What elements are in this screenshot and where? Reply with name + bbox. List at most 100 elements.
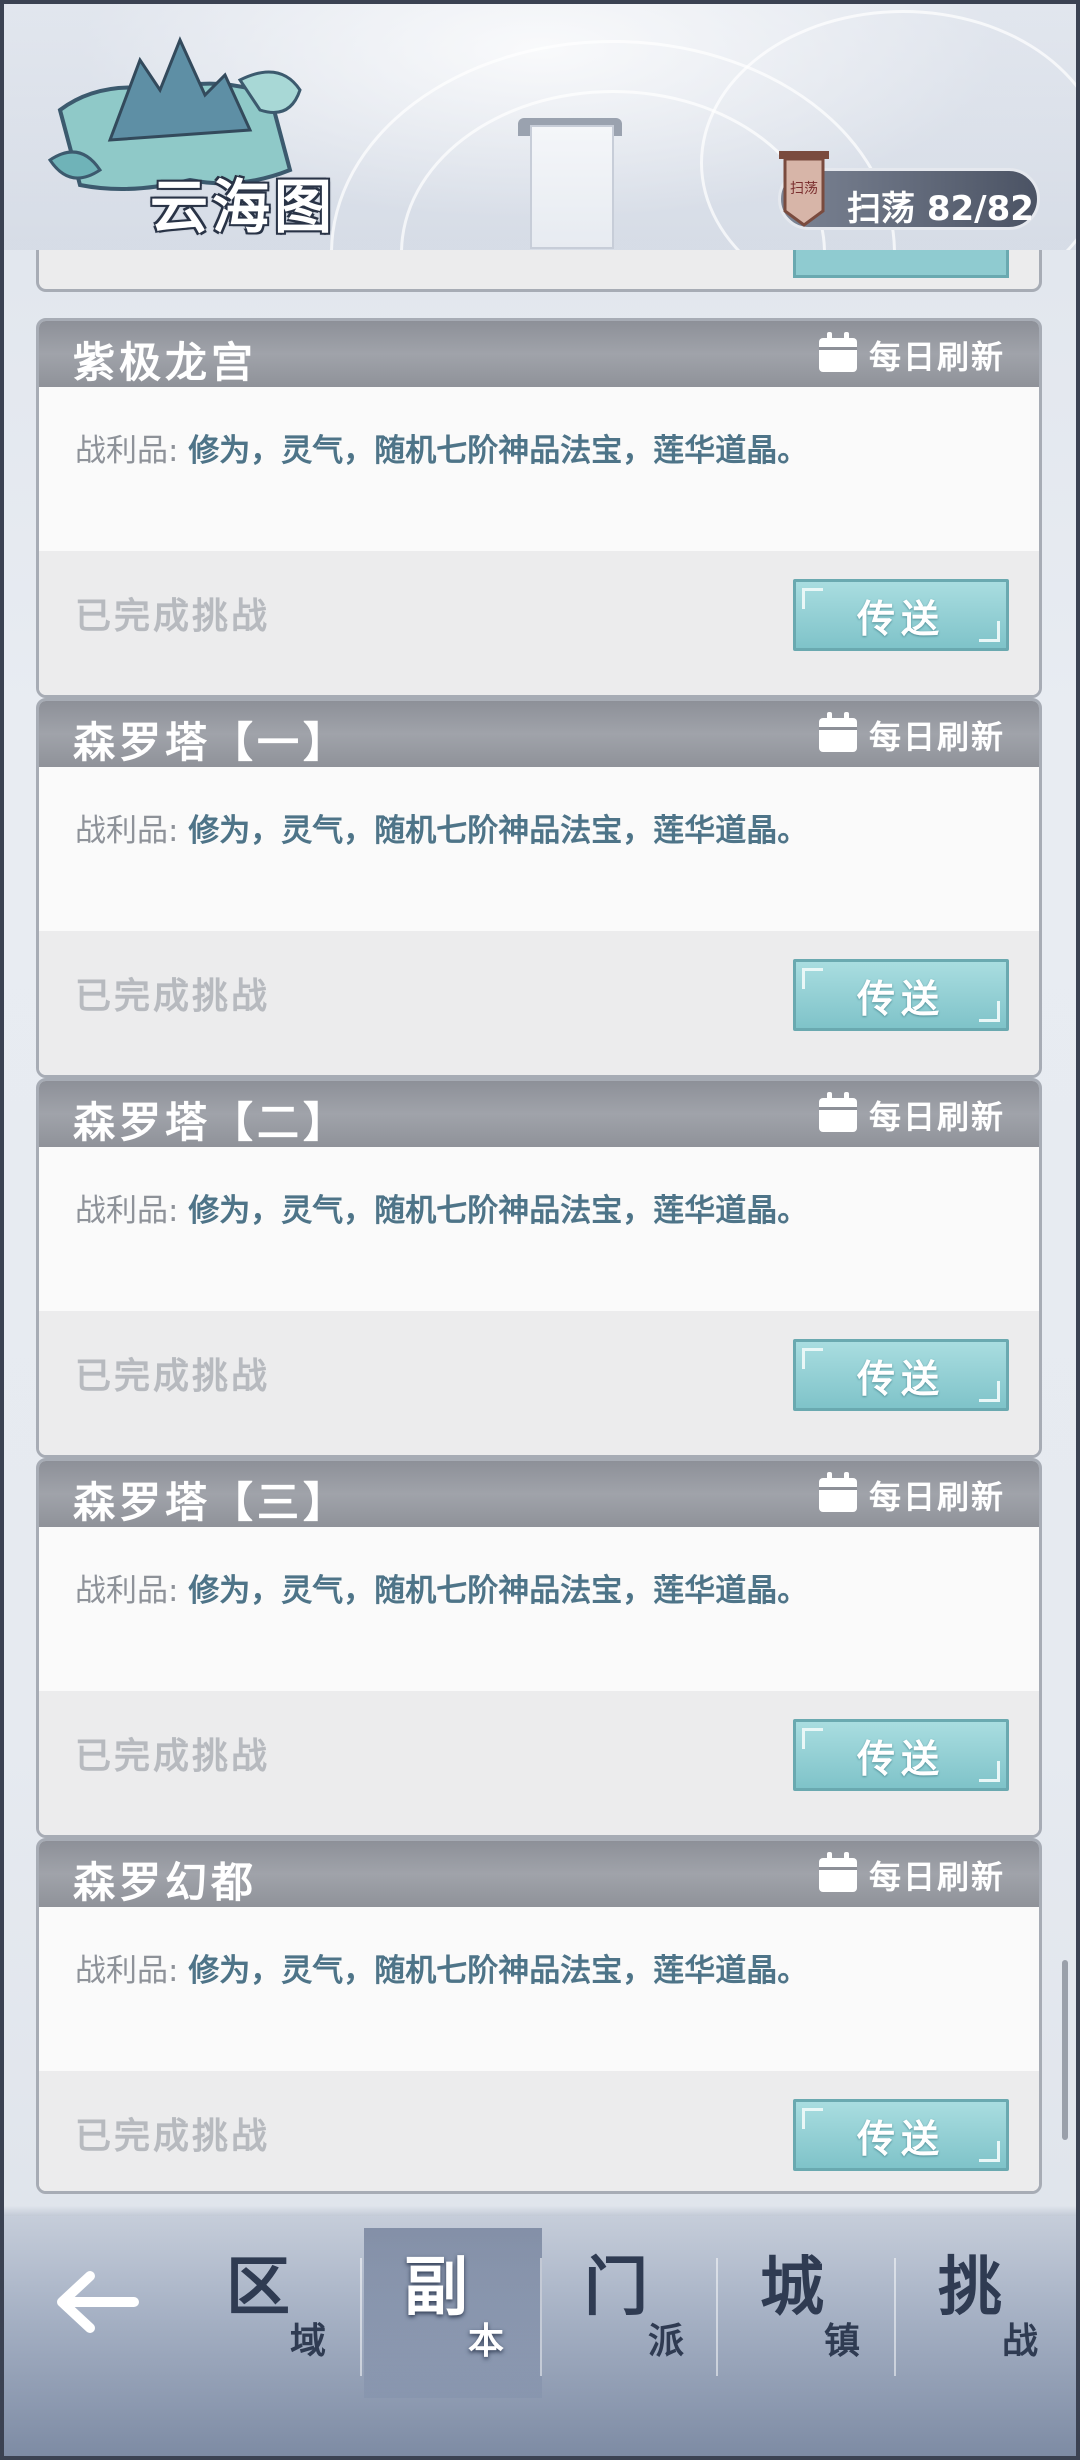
reward-value: 修为，灵气，随机七阶神品法宝，莲华道晶。	[188, 1193, 809, 1229]
card-body: 战利品: 修为，灵气，随机七阶神品法宝，莲华道晶。	[39, 387, 1039, 551]
tab-region[interactable]: 区 域	[186, 2228, 364, 2398]
dungeon-name: 森罗塔【一】	[73, 718, 350, 767]
card-header: 紫极龙宫 每日刷新	[39, 321, 1039, 387]
nav-divider	[716, 2258, 718, 2376]
reward-label: 战利品:	[75, 1573, 179, 1609]
reward-line: 战利品: 修为，灵气，随机七阶神品法宝，莲华道晶。	[75, 1945, 808, 1990]
teleport-button[interactable]: 传送	[793, 959, 1009, 1031]
challenge-status: 已完成挑战	[75, 1356, 271, 1397]
card-footer: 已完成挑战 传送	[39, 931, 1039, 1075]
refresh-label: 每日刷新	[868, 1098, 1005, 1136]
tab-challenge-big: 挑	[938, 2250, 1002, 2325]
teleport-button[interactable]: 传送	[793, 1719, 1009, 1791]
header: 云海图 扫荡 扫荡 82/82	[0, 0, 1080, 250]
reward-label: 战利品:	[75, 433, 179, 469]
dungeon-card: 森罗塔【二】 每日刷新 战利品: 修为，灵气，随机七阶神品法宝，莲华道晶。 已完…	[36, 1078, 1042, 1458]
reward-line: 战利品: 修为，灵气，随机七阶神品法宝，莲华道晶。	[75, 425, 808, 470]
calendar-icon	[818, 1092, 857, 1132]
calendar-icon	[818, 332, 857, 372]
card-body: 战利品: 修为，灵气，随机七阶神品法宝，莲华道晶。	[39, 1147, 1039, 1311]
tab-sect-big: 门	[584, 2250, 648, 2325]
reward-value: 修为，灵气，随机七阶神品法宝，莲华道晶。	[188, 433, 809, 469]
teleport-button[interactable]: 传送	[793, 2099, 1009, 2171]
challenge-status: 已完成挑战	[75, 976, 271, 1017]
card-header: 森罗塔【三】 每日刷新	[39, 1461, 1039, 1527]
teleport-label: 传送	[856, 1356, 945, 1401]
reward-line: 战利品: 修为，灵气，随机七阶神品法宝，莲华道晶。	[75, 1185, 808, 1230]
tab-dungeon-small: 本	[468, 2320, 505, 2362]
tab-challenge[interactable]: 挑 战	[898, 2228, 1076, 2398]
bottom-nav: 区 域 副 本 门 派 城 镇 挑 战	[0, 2206, 1080, 2460]
teleport-label: 传送	[856, 596, 945, 641]
daily-refresh: 每日刷新	[818, 712, 1005, 756]
reward-value: 修为，灵气，随机七阶神品法宝，莲华道晶。	[188, 813, 809, 849]
card-footer: 已完成挑战 传送	[39, 551, 1039, 695]
page-title: 云海图	[150, 173, 337, 241]
tab-town-big: 城	[760, 2250, 824, 2325]
teleport-button-partial[interactable]	[793, 250, 1009, 278]
dungeon-card: 紫极龙宫 每日刷新 战利品: 修为，灵气，随机七阶神品法宝，莲华道晶。 已完成挑…	[36, 318, 1042, 698]
reward-value: 修为，灵气，随机七阶神品法宝，莲华道晶。	[188, 1573, 809, 1609]
card-header: 森罗塔【一】 每日刷新	[39, 701, 1039, 767]
daily-refresh: 每日刷新	[818, 332, 1005, 376]
card-footer: 已完成挑战 传送	[39, 1311, 1039, 1455]
nav-divider	[360, 2258, 362, 2376]
sweep-label: 扫荡 82/82	[847, 189, 1034, 229]
calendar-icon	[818, 712, 857, 752]
card-footer: 已完成挑战 传送	[39, 1691, 1039, 1835]
dungeon-name: 紫极龙宫	[73, 338, 258, 387]
challenge-status: 已完成挑战	[75, 596, 271, 637]
tab-dungeon-big: 副	[404, 2250, 468, 2325]
card-body: 战利品: 修为，灵气，随机七阶神品法宝，莲华道晶。	[39, 1527, 1039, 1691]
tab-sect-small: 派	[648, 2320, 685, 2362]
daily-refresh: 每日刷新	[818, 1852, 1005, 1896]
refresh-label: 每日刷新	[868, 338, 1005, 376]
card-header: 森罗幻都 每日刷新	[39, 1841, 1039, 1907]
reward-line: 战利品: 修为，灵气，随机七阶神品法宝，莲华道晶。	[75, 1565, 808, 1610]
nav-divider	[894, 2258, 896, 2376]
dungeon-name: 森罗塔【三】	[73, 1478, 350, 1527]
sweep-icon-text: 扫荡	[790, 181, 818, 197]
sweep-banner-icon: 扫荡	[779, 151, 829, 227]
card-body: 战利品: 修为，灵气，随机七阶神品法宝，莲华道晶。	[39, 767, 1039, 931]
reward-label: 战利品:	[75, 1953, 179, 1989]
teleport-label: 传送	[856, 2116, 945, 2161]
tab-town[interactable]: 城 镇	[720, 2228, 898, 2398]
scrollbar[interactable]	[1062, 1960, 1068, 2140]
daily-refresh: 每日刷新	[818, 1472, 1005, 1516]
refresh-label: 每日刷新	[868, 1478, 1005, 1516]
tab-region-big: 区	[226, 2250, 290, 2325]
challenge-status: 已完成挑战	[75, 2116, 271, 2157]
reward-label: 战利品:	[75, 813, 179, 849]
gate-decor	[530, 125, 614, 249]
teleport-label: 传送	[856, 1736, 945, 1781]
calendar-icon	[818, 1852, 857, 1892]
tab-region-small: 域	[290, 2320, 327, 2362]
back-arrow-icon[interactable]	[50, 2262, 140, 2342]
reward-value: 修为，灵气，随机七阶神品法宝，莲华道晶。	[188, 1953, 809, 1989]
refresh-label: 每日刷新	[868, 1858, 1005, 1896]
teleport-button[interactable]: 传送	[793, 1339, 1009, 1411]
sweep-counter[interactable]: 扫荡 扫荡 82/82	[778, 151, 1040, 230]
dungeon-name: 森罗幻都	[73, 1858, 258, 1907]
daily-refresh: 每日刷新	[818, 1092, 1005, 1136]
dungeon-card: 森罗塔【三】 每日刷新 战利品: 修为，灵气，随机七阶神品法宝，莲华道晶。 已完…	[36, 1458, 1042, 1838]
nav-divider	[540, 2258, 542, 2376]
teleport-button[interactable]: 传送	[793, 579, 1009, 651]
challenge-status: 已完成挑战	[75, 1736, 271, 1777]
dungeon-card: 森罗塔【一】 每日刷新 战利品: 修为，灵气，随机七阶神品法宝，莲华道晶。 已完…	[36, 698, 1042, 1078]
tab-town-small: 镇	[824, 2320, 861, 2362]
partial-card	[36, 250, 1042, 292]
tab-challenge-small: 战	[1002, 2320, 1039, 2362]
reward-label: 战利品:	[75, 1193, 179, 1229]
dungeon-card: 森罗幻都 每日刷新 战利品: 修为，灵气，随机七阶神品法宝，莲华道晶。 已完成挑…	[36, 1838, 1042, 2194]
tab-dungeon[interactable]: 副 本	[364, 2228, 542, 2398]
teleport-label: 传送	[856, 976, 945, 1021]
dungeon-name: 森罗塔【二】	[73, 1098, 350, 1147]
card-footer: 已完成挑战 传送	[39, 2071, 1039, 2191]
refresh-label: 每日刷新	[868, 718, 1005, 756]
reward-line: 战利品: 修为，灵气，随机七阶神品法宝，莲华道晶。	[75, 805, 808, 850]
tab-sect[interactable]: 门 派	[544, 2228, 722, 2398]
card-body: 战利品: 修为，灵气，随机七阶神品法宝，莲华道晶。	[39, 1907, 1039, 2071]
calendar-icon	[818, 1472, 857, 1512]
